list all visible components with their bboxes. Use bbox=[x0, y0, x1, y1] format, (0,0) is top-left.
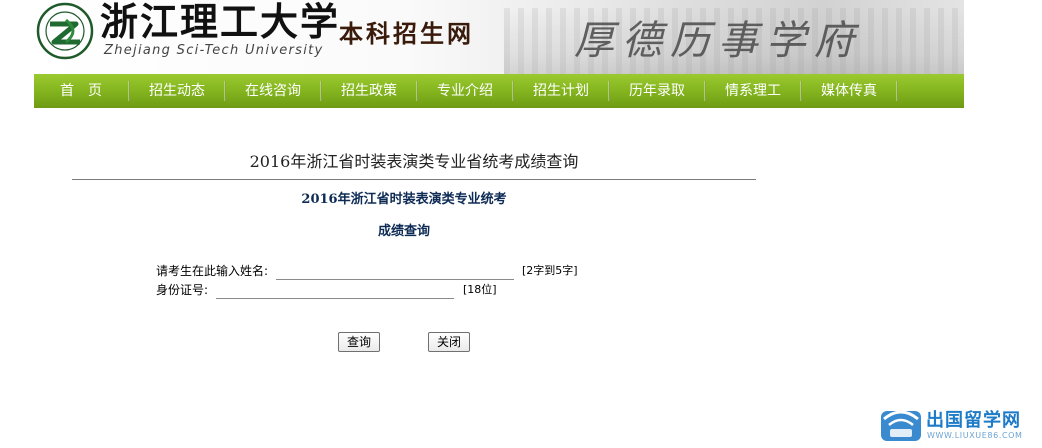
nav-item-past-admissions[interactable]: 历年录取 bbox=[610, 74, 704, 108]
close-button[interactable]: 关闭 bbox=[428, 332, 470, 352]
nav-item-alumni[interactable]: 情系理工 bbox=[706, 74, 800, 108]
watermark-logo-icon bbox=[881, 410, 921, 441]
query-button[interactable]: 查询 bbox=[338, 332, 380, 352]
calligraphy-motto: 厚德历事学府 bbox=[574, 18, 862, 64]
title-divider bbox=[72, 179, 756, 180]
nav-divider bbox=[896, 81, 898, 101]
watermark-url: WWW.LIUXUE86.COM bbox=[927, 431, 1023, 440]
name-input[interactable] bbox=[276, 265, 514, 280]
id-number-input[interactable] bbox=[216, 284, 454, 299]
id-field-label: 身份证号: bbox=[156, 283, 209, 297]
site-name: 本科招生网 bbox=[339, 19, 474, 48]
university-name-en: Zhejiang Sci-Tech University bbox=[104, 43, 324, 58]
name-hint: [2字到5字] bbox=[522, 264, 578, 277]
main-nav: 首 页 招生动态 在线咨询 招生政策 专业介绍 招生计划 历年录取 情系理工 媒… bbox=[34, 74, 964, 108]
nav-item-admission-plan[interactable]: 招生计划 bbox=[514, 74, 608, 108]
nav-item-majors[interactable]: 专业介绍 bbox=[418, 74, 512, 108]
site-header: 浙江理工大学 Zhejiang Sci-Tech University 本科招生… bbox=[34, 0, 964, 74]
page-title: 2016年浙江省时装表演类专业省统考成绩查询 bbox=[249, 152, 579, 171]
university-name-cn: 浙江理工大学 bbox=[100, 0, 341, 44]
nav-item-media[interactable]: 媒体传真 bbox=[802, 74, 896, 108]
nav-item-admission-policy[interactable]: 招生政策 bbox=[322, 74, 416, 108]
form-heading: 成绩查询 bbox=[377, 224, 430, 239]
form-subtitle: 2016年浙江省时装表演类专业统考 bbox=[301, 192, 507, 207]
name-field-label: 请考生在此输入姓名: bbox=[156, 264, 269, 278]
id-hint: [18位] bbox=[463, 283, 497, 296]
nav-item-home[interactable]: 首 页 bbox=[34, 74, 128, 108]
university-logo-icon[interactable] bbox=[36, 2, 94, 60]
nav-item-admission-news[interactable]: 招生动态 bbox=[130, 74, 224, 108]
nav-item-online-consult[interactable]: 在线咨询 bbox=[226, 74, 320, 108]
watermark-text: 出国留学网 bbox=[926, 410, 1021, 431]
